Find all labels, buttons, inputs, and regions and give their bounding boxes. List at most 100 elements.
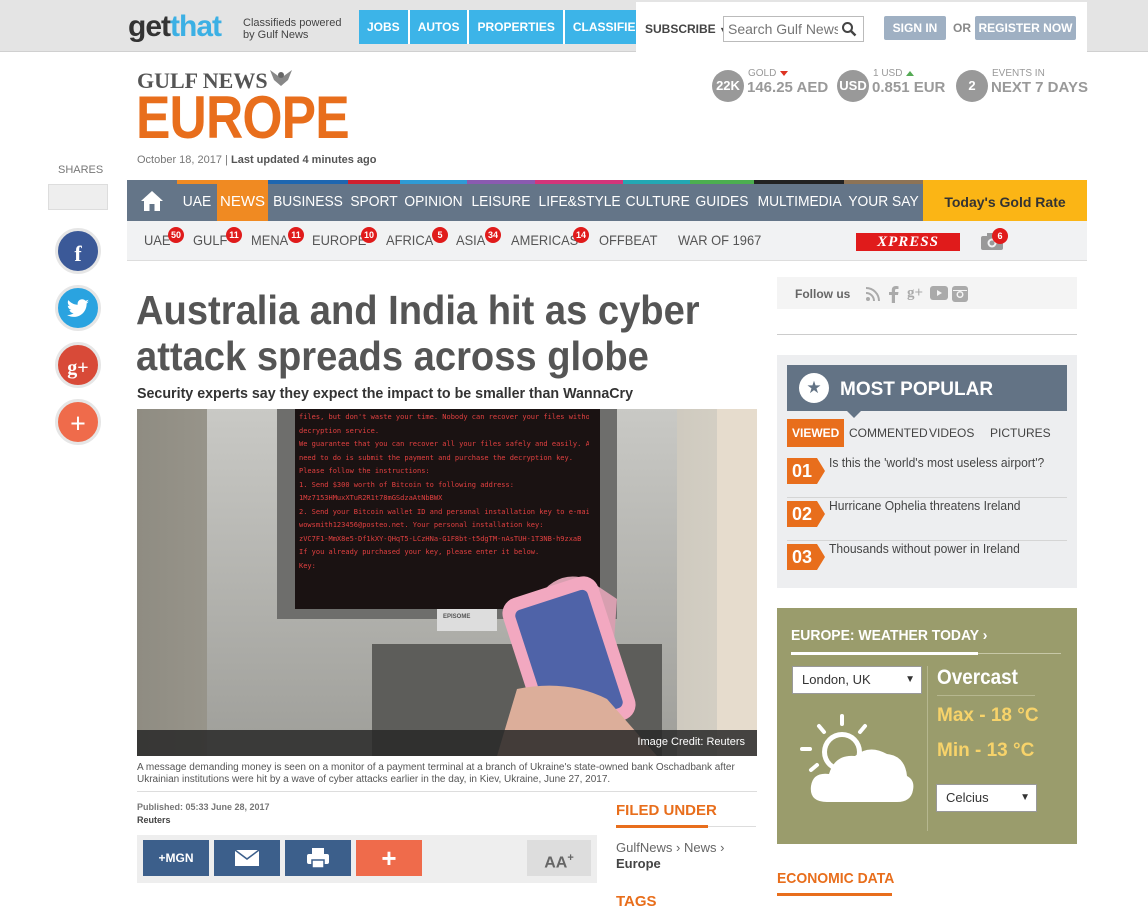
subnav-americas[interactable]: AMERICAS [511, 232, 578, 248]
chevron-down-icon: ▼ [905, 674, 915, 685]
image-credit-bar: Image Credit: Reuters [137, 730, 757, 756]
filed-under-heading: FILED UNDER [616, 802, 717, 819]
city-select[interactable]: London, UK ▼ [792, 666, 922, 694]
breadcrumb-news[interactable]: News [684, 840, 717, 855]
nav-your-say[interactable]: YOUR SAY [847, 180, 920, 221]
economic-data-heading: ECONOMIC DATA [777, 870, 895, 887]
instagram-icon[interactable] [952, 286, 968, 302]
max-temperature: Max - 18 °C [937, 705, 1039, 726]
screen-line: Please follow the instructions: [299, 467, 430, 475]
subnav-europe[interactable]: EUROPE [312, 232, 366, 248]
chevron-right-icon: › [982, 627, 988, 644]
home-icon [141, 191, 163, 211]
currency-label: 1 USD [873, 68, 915, 79]
sign-in-button[interactable]: SIGN IN [884, 16, 946, 40]
popular-item[interactable]: 01 Is this the 'world's most useless air… [787, 455, 1067, 498]
mgn-button[interactable]: +MGN [143, 840, 209, 876]
register-button[interactable]: REGISTER NOW [975, 16, 1076, 40]
getthat-logo[interactable]: getthat [128, 10, 222, 44]
print-button[interactable] [285, 840, 351, 876]
xpress-logo-link[interactable]: XPRESS [856, 233, 960, 251]
condition-divider [937, 695, 1035, 696]
gold-rate-link[interactable]: Today's Gold Rate [923, 180, 1087, 221]
subnav-africa-badge: 5 [432, 227, 448, 243]
nav-guides[interactable]: GUIDES [693, 180, 752, 221]
facebook-share-button[interactable]: f [55, 228, 101, 274]
breadcrumb-gulfnews[interactable]: GulfNews [616, 840, 672, 855]
events-value: NEXT 7 DAYS [991, 79, 1088, 96]
tab-pictures[interactable]: PICTURES [985, 419, 1056, 447]
subnav-gulf-badge: 11 [226, 227, 242, 243]
plus-icon: + [381, 843, 397, 873]
nav-leisure[interactable]: LEISURE [470, 180, 533, 221]
nav-life-style[interactable]: LIFE&STYLE [539, 180, 621, 221]
most-popular-title: MOST POPULAR [840, 379, 994, 400]
tab-videos[interactable]: VIDEOS [924, 419, 979, 447]
nav-uae[interactable]: UAE [179, 180, 216, 221]
gold-karat-circle: 22K [712, 70, 744, 102]
main-nav: UAE NEWS BUSINESS SPORT OPINION LEISURE … [127, 180, 1087, 221]
nav-sport[interactable]: SPORT [350, 180, 398, 221]
weather-title-link[interactable]: EUROPE: WEATHER TODAY › [791, 627, 987, 644]
gold-value: 146.25 AED [747, 79, 829, 96]
article-toolbar: +MGN + AA+ [137, 835, 597, 883]
subnav-gulf[interactable]: GULF [193, 232, 227, 248]
tags-heading: TAGS [616, 893, 657, 910]
subnav-mena[interactable]: MENA [251, 232, 288, 248]
email-button[interactable] [214, 840, 280, 876]
youtube-icon[interactable] [930, 286, 948, 300]
ransom-screen-text: files, but don't waste your time. Nobody… [299, 411, 589, 607]
home-nav-button[interactable] [127, 180, 177, 221]
subnav-africa[interactable]: AFRICA [386, 232, 433, 248]
rss-icon[interactable] [865, 286, 881, 302]
breadcrumb-europe[interactable]: Europe [616, 856, 661, 871]
popular-title[interactable]: Is this the 'world's most useless airpor… [829, 455, 1044, 471]
envelope-icon [234, 849, 260, 866]
getthat-properties-link[interactable]: PROPERTIES [469, 10, 563, 44]
tab-viewed[interactable]: VIEWED [787, 419, 845, 447]
partly-cloudy-icon [800, 714, 914, 802]
subnav-offbeat[interactable]: OFFBEAT [599, 232, 657, 248]
screen-line: decryption service. [299, 426, 380, 435]
article-photo[interactable]: files, but don't waste your time. Nobody… [137, 409, 757, 756]
popular-item[interactable]: 03 Thousands without power in Ireland [787, 541, 1067, 584]
search-icon[interactable] [841, 21, 857, 37]
popular-title[interactable]: Thousands without power in Ireland [829, 541, 1020, 557]
getthat-jobs-link[interactable]: JOBS [359, 10, 408, 44]
star-icon: ★ [799, 373, 829, 403]
twitter-share-button[interactable] [55, 285, 101, 331]
plus-icon: + [70, 409, 86, 440]
more-share-button[interactable]: + [55, 399, 101, 445]
subnav-war-of-1967[interactable]: WAR OF 1967 [678, 232, 761, 248]
getthat-nav: JOBS AUTOS PROPERTIES CLASSIFIEDS [359, 10, 663, 44]
screen-line: wowsmith123456@posteo.net. Your personal… [299, 521, 544, 529]
nav-multimedia[interactable]: MULTIMEDIA [758, 180, 842, 221]
popular-item[interactable]: 02 Hurricane Ophelia threatens Ireland [787, 498, 1067, 541]
nav-business[interactable]: BUSINESS [271, 180, 345, 221]
subnav-uae[interactable]: UAE [144, 232, 170, 248]
screen-line: Key: [299, 561, 316, 570]
nav-culture[interactable]: CULTURE [626, 180, 690, 221]
nav-opinion[interactable]: OPINION [403, 180, 465, 221]
printer-icon [307, 848, 329, 869]
google-plus-icon[interactable]: g+ [907, 285, 923, 302]
subnav-asia[interactable]: ASIA [456, 232, 485, 248]
unit-select[interactable]: Celcius ▼ [936, 784, 1037, 812]
nav-news[interactable]: NEWS [217, 180, 268, 221]
facebook-icon[interactable] [887, 286, 899, 303]
more-options-button[interactable]: + [356, 840, 422, 876]
subscribe-dropdown[interactable]: SUBSCRIBE ▼ [645, 22, 728, 36]
google-plus-share-button[interactable]: g+ [55, 342, 101, 388]
getthat-autos-link[interactable]: AUTOS [409, 10, 468, 44]
search-input[interactable] [728, 20, 838, 38]
header-pointer [847, 411, 861, 418]
shares-label: SHARES [58, 164, 104, 176]
most-popular-header: ★ MOST POPULAR [787, 365, 1067, 411]
tab-commented[interactable]: COMMENTED [844, 419, 933, 447]
font-size-button[interactable]: AA+ [527, 840, 591, 876]
subnav-americas-badge: 14 [573, 227, 589, 243]
popular-title[interactable]: Hurricane Ophelia threatens Ireland [829, 498, 1021, 514]
font-size-label: AA [544, 854, 568, 872]
screen-line: 1. Send $300 worth of Bitcoin to followi… [299, 480, 514, 489]
gold-label: GOLD [748, 68, 789, 79]
